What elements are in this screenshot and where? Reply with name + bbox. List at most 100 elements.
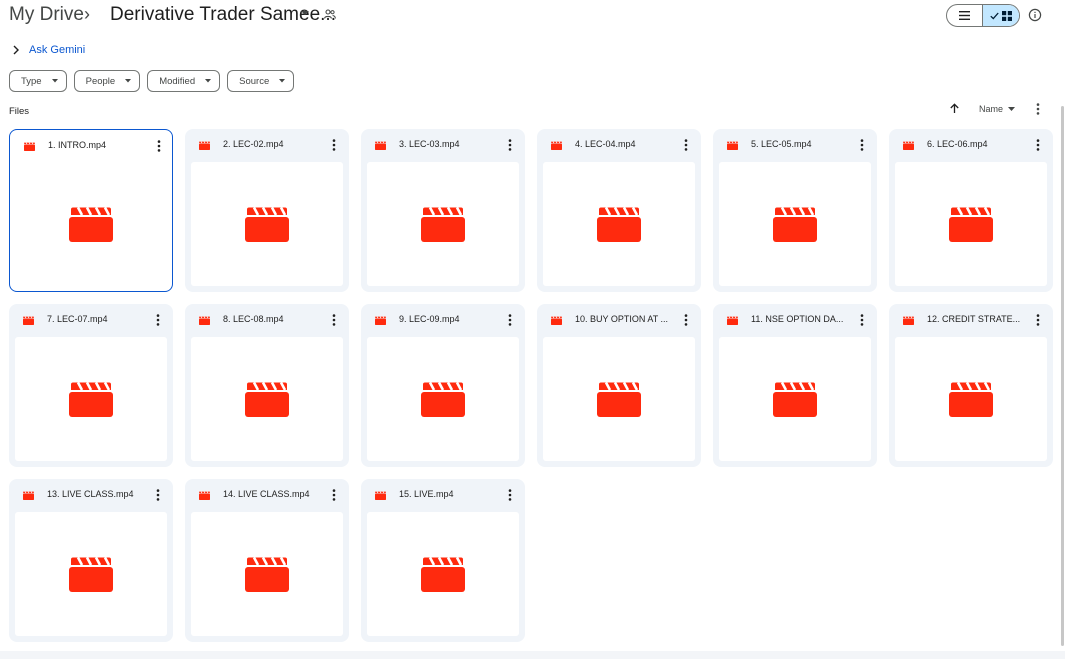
file-card-header: 14. LIVE CLASS.mp4 (185, 479, 349, 511)
scrollbar[interactable] (1059, 106, 1065, 646)
file-thumbnail[interactable] (191, 337, 343, 461)
more-vert-icon[interactable] (157, 140, 161, 152)
more-vert-icon[interactable] (860, 139, 864, 151)
view-toggle (946, 4, 1020, 27)
ask-gemini-label: Ask Gemini (29, 44, 86, 56)
more-vert-icon[interactable] (508, 489, 512, 501)
more-vert-icon[interactable] (508, 139, 512, 151)
dropdown-arrow-icon (51, 79, 58, 83)
ask-gemini-toggle[interactable]: Ask Gemini (12, 42, 85, 58)
video-icon (727, 316, 738, 325)
more-vert-icon[interactable] (332, 139, 336, 151)
bottom-strip (0, 651, 1065, 659)
files-section-label: Files (9, 106, 30, 117)
file-thumbnail[interactable] (719, 337, 871, 461)
file-thumbnail[interactable] (191, 162, 343, 286)
video-clapper-icon (421, 381, 465, 417)
video-clapper-icon (69, 381, 113, 417)
filter-modified[interactable]: Modified (147, 70, 221, 92)
file-card-header: 13. LIVE CLASS.mp4 (9, 479, 173, 511)
video-clapper-icon (949, 381, 993, 417)
video-icon (903, 316, 914, 325)
video-icon (551, 141, 562, 150)
file-name: 6. LEC-06.mp4 (927, 139, 988, 149)
file-card[interactable]: 10. BUY OPTION AT ... (537, 304, 701, 467)
file-thumbnail[interactable] (895, 162, 1047, 286)
file-card-header: 7. LEC-07.mp4 (9, 304, 173, 336)
file-card[interactable]: 5. LEC-05.mp4 (713, 129, 877, 292)
dropdown-arrow-icon (1008, 107, 1016, 111)
video-icon (23, 491, 34, 500)
file-name: 1. INTRO.mp4 (48, 140, 107, 150)
filter-type[interactable]: Type (9, 70, 67, 92)
file-card-header: 8. LEC-08.mp4 (185, 304, 349, 336)
list-view-button[interactable] (947, 5, 983, 26)
more-vert-icon[interactable] (332, 314, 336, 326)
dropdown-arrow-icon (205, 79, 212, 83)
file-card[interactable]: 15. LIVE.mp4 (361, 479, 525, 642)
more-vert-icon[interactable] (508, 314, 512, 326)
video-icon (551, 316, 562, 325)
file-thumbnail[interactable] (15, 162, 167, 286)
video-icon (903, 141, 914, 150)
more-vert-icon[interactable] (332, 489, 336, 501)
file-thumbnail[interactable] (15, 512, 167, 636)
file-name: 10. BUY OPTION AT ... (575, 314, 669, 324)
file-card[interactable]: 11. NSE OPTION DA... (713, 304, 877, 467)
scrollbar-thumb[interactable] (1061, 106, 1064, 646)
file-thumbnail[interactable] (15, 337, 167, 461)
video-clapper-icon (597, 206, 641, 242)
file-card[interactable]: 3. LEC-03.mp4 (361, 129, 525, 292)
info-icon[interactable] (1028, 8, 1042, 22)
video-clapper-icon (773, 206, 817, 242)
file-thumbnail[interactable] (719, 162, 871, 286)
video-clapper-icon (597, 381, 641, 417)
file-card[interactable]: 9. LEC-09.mp4 (361, 304, 525, 467)
file-thumbnail[interactable] (367, 512, 519, 636)
file-card-header: 4. LEC-04.mp4 (537, 129, 701, 161)
more-vert-icon[interactable] (156, 489, 160, 501)
file-name: 5. LEC-05.mp4 (751, 139, 812, 149)
file-card[interactable]: 14. LIVE CLASS.mp4 (185, 479, 349, 642)
file-thumbnail[interactable] (543, 337, 695, 461)
file-card-header: 6. LEC-06.mp4 (889, 129, 1053, 161)
file-card-header: 9. LEC-09.mp4 (361, 304, 525, 336)
more-vert-icon[interactable] (156, 314, 160, 326)
sort-label: Name (979, 104, 1004, 114)
caret-down-icon[interactable] (300, 8, 310, 18)
more-vert-icon[interactable] (1036, 139, 1040, 151)
file-thumbnail[interactable] (895, 337, 1047, 461)
filter-source[interactable]: Source (227, 70, 295, 92)
video-clapper-icon (421, 206, 465, 242)
file-name: 12. CREDIT STRATE... (927, 314, 1021, 324)
grid-view-button[interactable] (983, 5, 1019, 26)
file-thumbnail[interactable] (543, 162, 695, 286)
file-thumbnail[interactable] (367, 162, 519, 286)
file-name: 14. LIVE CLASS.mp4 (223, 489, 310, 499)
more-vert-icon[interactable] (684, 139, 688, 151)
video-clapper-icon (421, 556, 465, 592)
file-card[interactable]: 12. CREDIT STRATE... (889, 304, 1053, 467)
more-vert-icon[interactable] (1036, 314, 1040, 326)
file-card[interactable]: 13. LIVE CLASS.mp4 (9, 479, 173, 642)
file-card[interactable]: 6. LEC-06.mp4 (889, 129, 1053, 292)
file-name: 2. LEC-02.mp4 (223, 139, 284, 149)
more-vert-icon[interactable] (684, 314, 688, 326)
file-thumbnail[interactable] (367, 337, 519, 461)
more-vert-icon[interactable] (860, 314, 864, 326)
video-clapper-icon (69, 556, 113, 592)
file-card[interactable]: 7. LEC-07.mp4 (9, 304, 173, 467)
dropdown-arrow-icon (279, 79, 286, 83)
file-card[interactable]: 1. INTRO.mp4 (9, 129, 173, 292)
file-thumbnail[interactable] (191, 512, 343, 636)
breadcrumb-my-drive[interactable]: My Drive (9, 4, 84, 26)
file-card[interactable]: 4. LEC-04.mp4 (537, 129, 701, 292)
file-card[interactable]: 8. LEC-08.mp4 (185, 304, 349, 467)
sort-by-button[interactable]: Name (979, 104, 1016, 114)
video-icon (375, 316, 386, 325)
video-icon (375, 141, 386, 150)
file-card[interactable]: 2. LEC-02.mp4 (185, 129, 349, 292)
more-vert-icon[interactable] (1036, 103, 1040, 115)
sort-direction-arrow-icon[interactable] (949, 103, 960, 114)
filter-people[interactable]: People (73, 70, 141, 92)
